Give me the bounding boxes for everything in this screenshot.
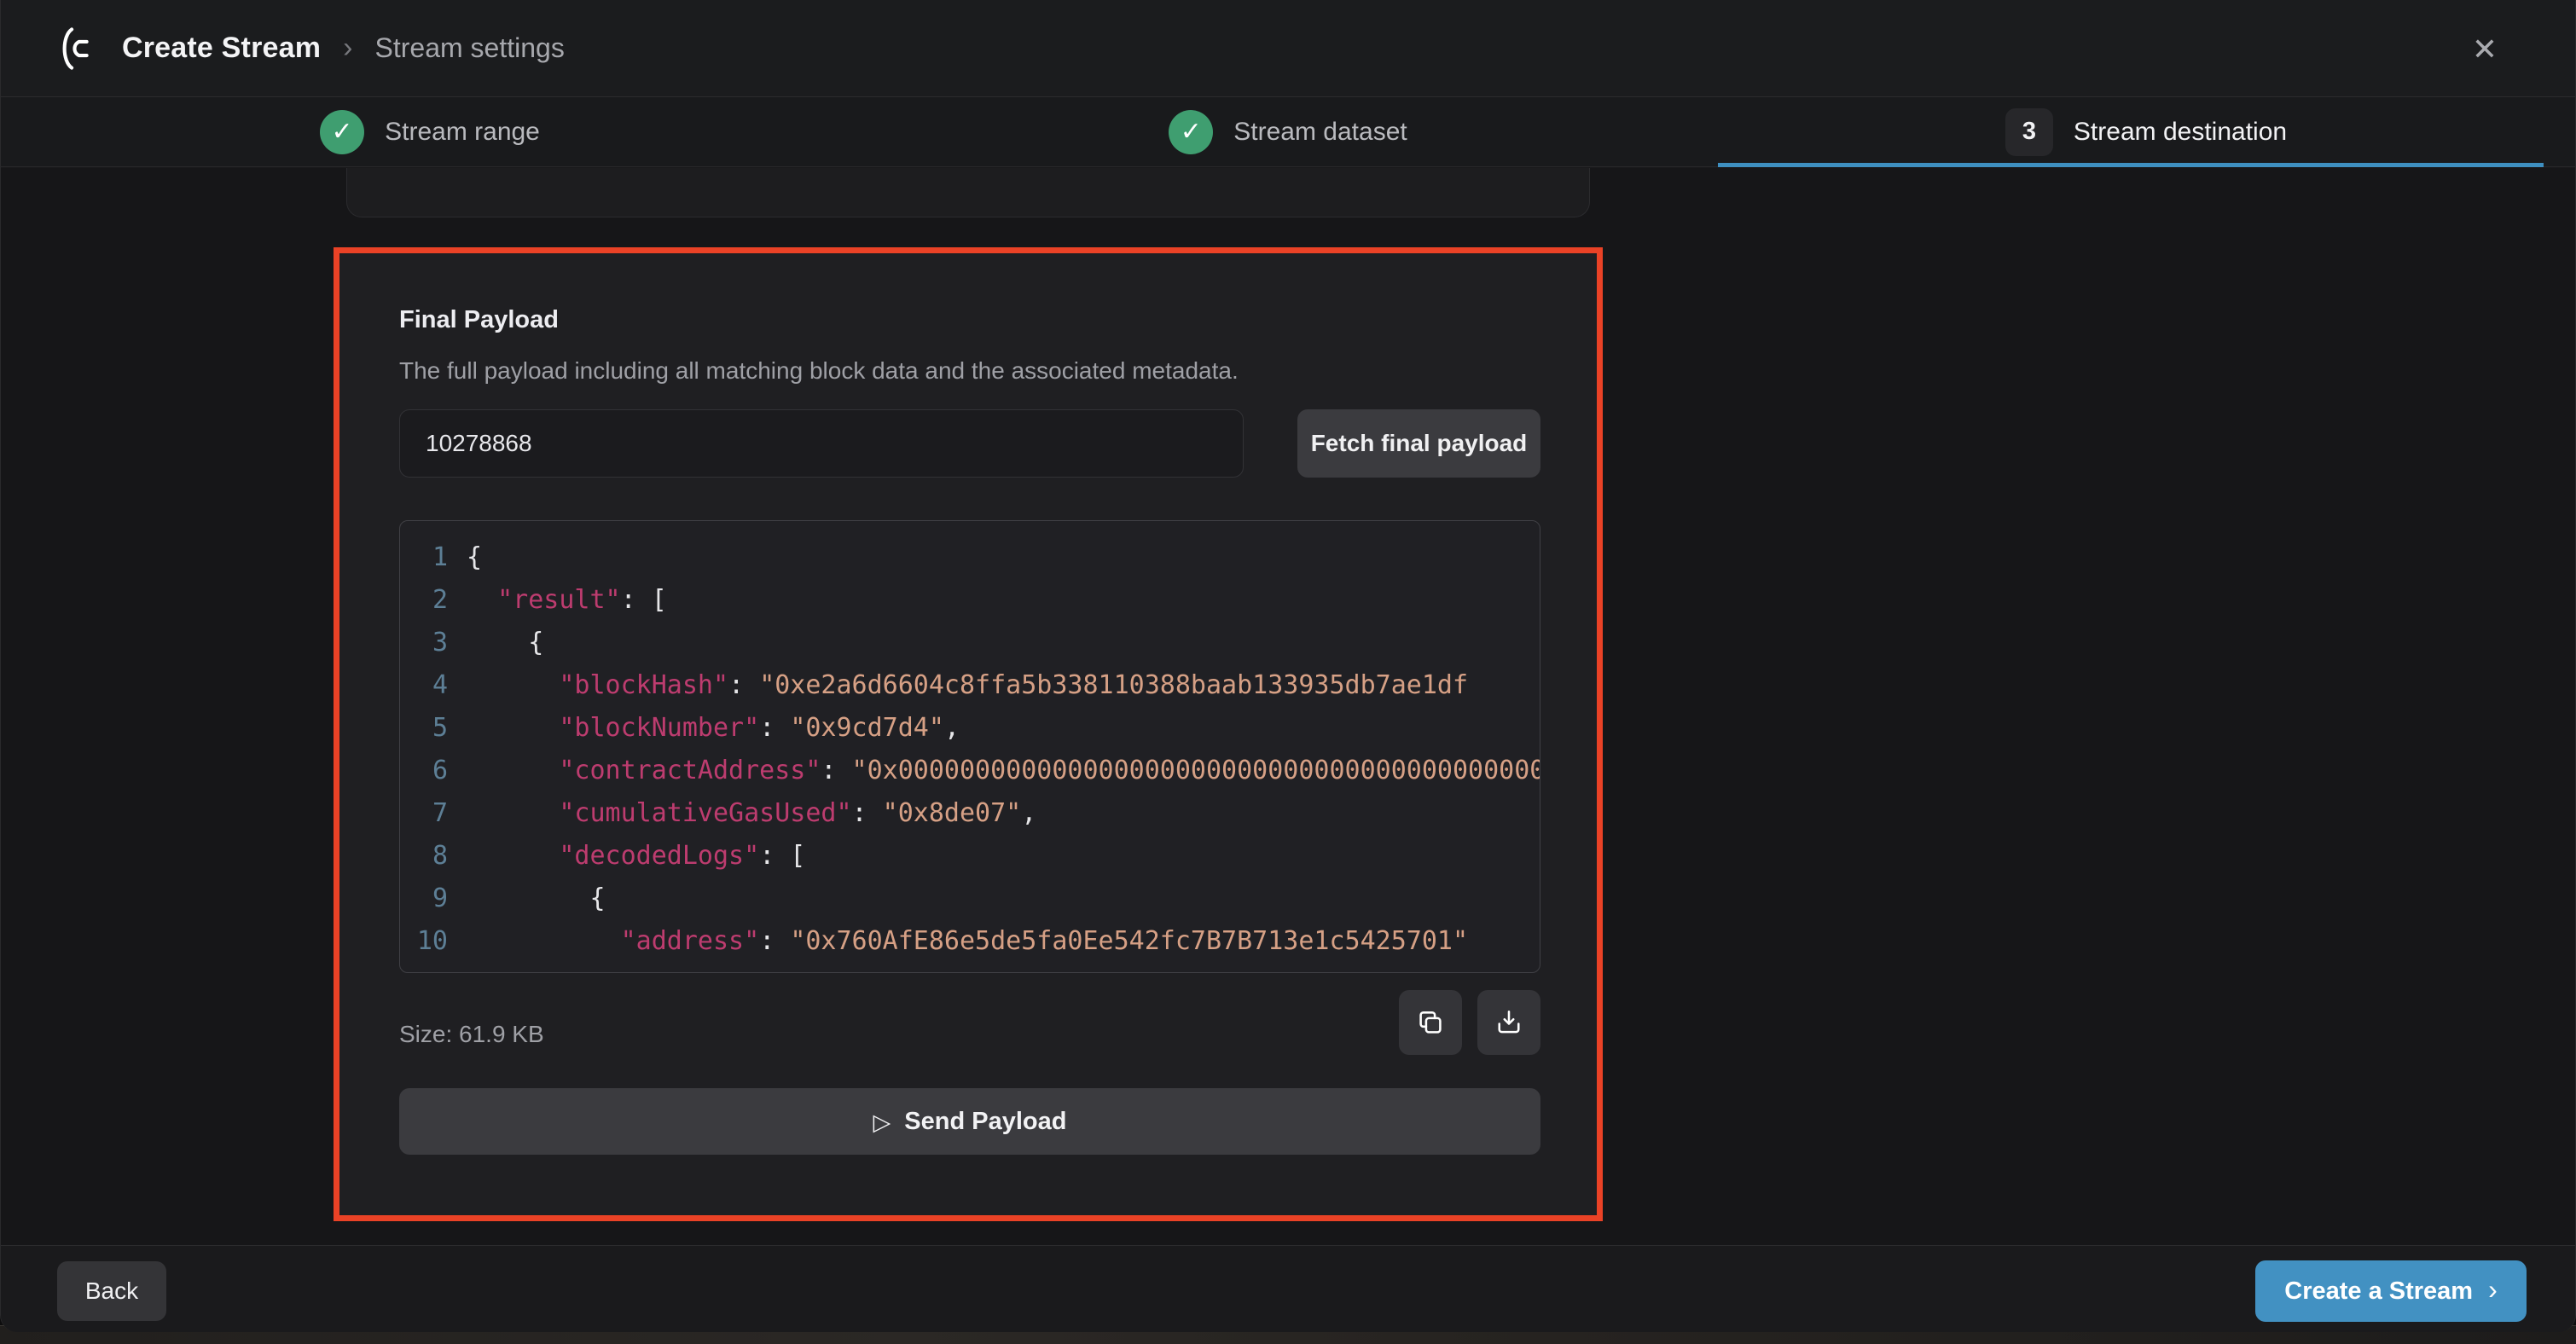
line-number: 7 bbox=[400, 792, 467, 835]
check-icon: ✓ bbox=[1169, 110, 1213, 154]
tab-stream-destination[interactable]: 3 Stream destination bbox=[1717, 97, 2575, 166]
line-number: 8 bbox=[400, 835, 467, 878]
send-payload-button[interactable]: ▷ Send Payload bbox=[399, 1088, 1540, 1155]
code-text: { bbox=[467, 878, 1540, 920]
download-button[interactable] bbox=[1477, 990, 1540, 1055]
code-line: 6 "contractAddress": "0x0000000000000000… bbox=[400, 750, 1540, 792]
tab-stream-dataset[interactable]: ✓ Stream dataset bbox=[859, 97, 1717, 166]
code-line: 8 "decodedLogs": [ bbox=[400, 835, 1540, 878]
modal-footer: Back Create a Stream › bbox=[1, 1245, 2575, 1332]
code-text: "contractAddress": "0x000000000000000000… bbox=[467, 750, 1540, 792]
block-number-input[interactable] bbox=[399, 409, 1244, 478]
code-line: 7 "cumulativeGasUsed": "0x8de07", bbox=[400, 792, 1540, 835]
step-label: Stream dataset bbox=[1233, 118, 1407, 147]
code-text: "blockNumber": "0x9cd7d4", bbox=[467, 707, 1540, 750]
modal-content: Final Payload The full payload including… bbox=[1, 168, 2575, 1245]
step-label: Stream range bbox=[385, 118, 540, 147]
code-text: "cumulativeGasUsed": "0x8de07", bbox=[467, 792, 1540, 835]
line-number: 5 bbox=[400, 707, 467, 750]
play-icon: ▷ bbox=[873, 1109, 891, 1136]
step-label: Stream destination bbox=[2074, 118, 2287, 147]
code-text: { bbox=[467, 536, 1540, 579]
create-stream-modal: Create Stream › Stream settings ✕ ✓ Stre… bbox=[0, 0, 2576, 1332]
code-line: 3 { bbox=[400, 622, 1540, 664]
tab-stream-range[interactable]: ✓ Stream range bbox=[1, 97, 859, 166]
code-text: "address": "0x760AfE86e5de5fa0Ee542fc7B7… bbox=[467, 920, 1540, 963]
code-line: 10 "address": "0x760AfE86e5de5fa0Ee542fc… bbox=[400, 920, 1540, 963]
send-payload-label: Send Payload bbox=[904, 1108, 1066, 1136]
line-number: 4 bbox=[400, 664, 467, 707]
copy-icon bbox=[1415, 1007, 1446, 1038]
breadcrumb-current: Stream settings bbox=[375, 32, 565, 64]
page-title: Create Stream bbox=[122, 32, 321, 65]
create-stream-button[interactable]: Create a Stream › bbox=[2255, 1260, 2527, 1322]
close-icon[interactable]: ✕ bbox=[2461, 26, 2509, 73]
back-button[interactable]: Back bbox=[57, 1261, 166, 1321]
section-description: The full payload including all matching … bbox=[399, 357, 1239, 385]
payload-json-viewer[interactable]: 1{2 "result": [3 {4 "blockHash": "0xe2a6… bbox=[399, 520, 1540, 973]
code-text: { bbox=[467, 622, 1540, 664]
chevron-right-icon: › bbox=[2488, 1274, 2498, 1306]
fetch-final-payload-button[interactable]: Fetch final payload bbox=[1297, 409, 1540, 478]
step-number-badge: 3 bbox=[2005, 108, 2053, 156]
code-text: "result": [ bbox=[467, 579, 1540, 622]
line-number: 3 bbox=[400, 622, 467, 664]
line-number: 1 bbox=[400, 536, 467, 579]
code-line: 9 { bbox=[400, 878, 1540, 920]
code-line: 1{ bbox=[400, 536, 1540, 579]
copy-button[interactable] bbox=[1399, 990, 1462, 1055]
modal-header: Create Stream › Stream settings ✕ bbox=[1, 0, 2575, 97]
previous-section-card-bottom bbox=[346, 168, 1590, 217]
line-number: 9 bbox=[400, 878, 467, 920]
code-line: 4 "blockHash": "0xe2a6d6604c8ffa5b338110… bbox=[400, 664, 1540, 707]
section-title: Final Payload bbox=[399, 306, 559, 334]
line-number: 10 bbox=[400, 920, 467, 963]
line-number: 6 bbox=[400, 750, 467, 792]
breadcrumb-chevron-icon: › bbox=[343, 32, 352, 65]
active-tab-underline bbox=[1718, 163, 2544, 167]
check-icon: ✓ bbox=[320, 110, 364, 154]
payload-size-label: Size: 61.9 KB bbox=[399, 1021, 544, 1048]
code-text: "blockHash": "0xe2a6d6604c8ffa5b33811038… bbox=[467, 664, 1540, 707]
code-text: "decodedLogs": [ bbox=[467, 835, 1540, 878]
create-stream-label: Create a Stream bbox=[2284, 1277, 2473, 1306]
line-number: 2 bbox=[400, 579, 467, 622]
code-line: 5 "blockNumber": "0x9cd7d4", bbox=[400, 707, 1540, 750]
stepper-bar: ✓ Stream range ✓ Stream dataset 3 Stream… bbox=[1, 97, 2575, 167]
create-stream-screen: Create Stream › Stream settings ✕ ✓ Stre… bbox=[0, 0, 2576, 1344]
final-payload-highlight-frame: Final Payload The full payload including… bbox=[334, 247, 1603, 1221]
code-line: 2 "result": [ bbox=[400, 579, 1540, 622]
quicknode-logo-icon bbox=[55, 25, 100, 72]
download-icon bbox=[1494, 1007, 1524, 1038]
